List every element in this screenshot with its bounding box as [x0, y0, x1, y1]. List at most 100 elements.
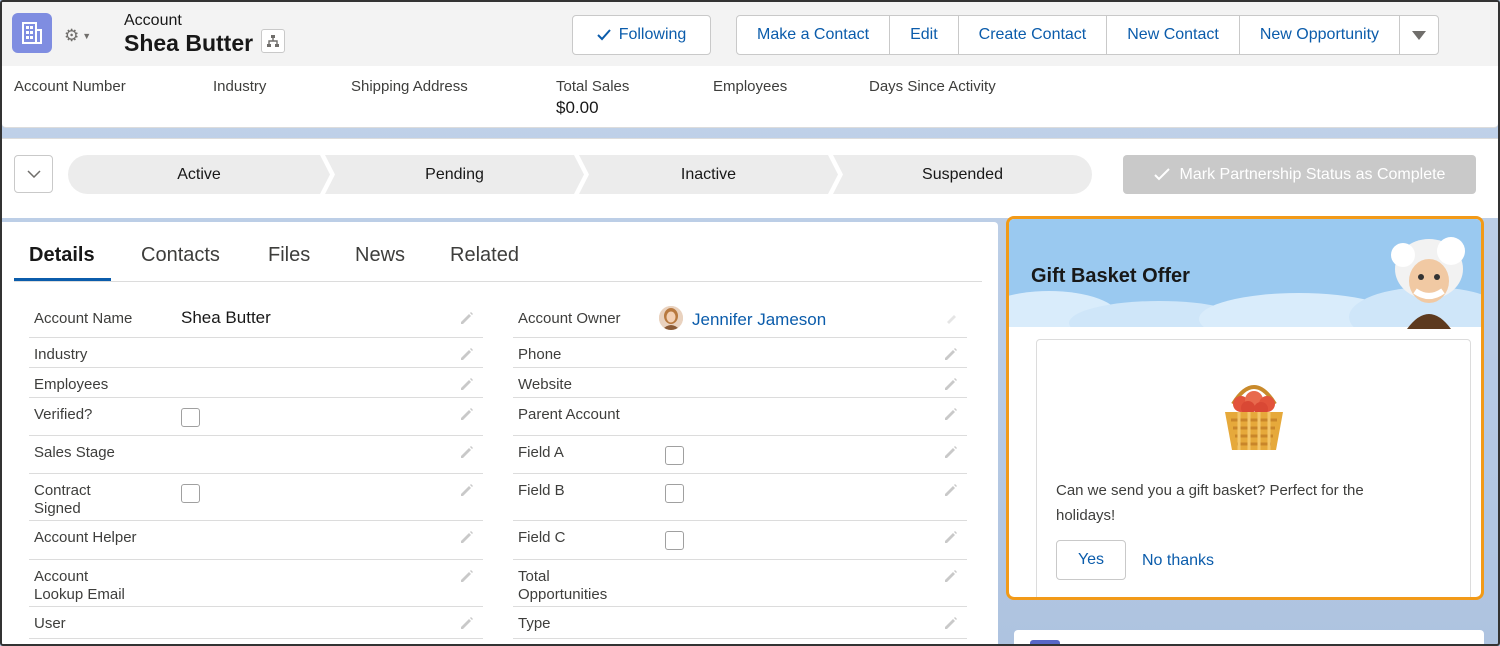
gift-offer-message: Can we send you a gift basket? Perfect f…: [1056, 482, 1364, 524]
gear-icon: ⚙: [64, 26, 80, 45]
mark-complete-label: Mark Partnership Status as Complete: [1179, 165, 1446, 183]
tab-files[interactable]: Files: [268, 244, 310, 267]
field-checkbox: [665, 446, 684, 465]
edit-pencil-icon[interactable]: [459, 529, 475, 545]
field-label: Industry: [34, 346, 88, 363]
highlight-industry: Industry: [213, 78, 267, 95]
right-field-row: Field C: [513, 521, 967, 560]
tab-related[interactable]: Related: [450, 244, 519, 267]
field-label: Account Helper: [34, 529, 137, 546]
right-field-row: Account Owner Jennifer Jameson: [513, 302, 967, 338]
record-tabs: Details Contacts Files News Related: [14, 242, 982, 282]
highlight-shipping-address: Shipping Address: [351, 78, 468, 95]
next-sidebar-card: [1014, 630, 1484, 644]
gift-card-title: Gift Basket Offer: [1031, 265, 1190, 287]
record-header: ⚙ ▼ Account Shea Butter Following Make a…: [2, 2, 1498, 128]
field-label: Account Owner: [518, 310, 621, 327]
gift-no-thanks-link[interactable]: No thanks: [1142, 552, 1214, 570]
gift-basket-card: Gift Basket Offer Can we send you a gift…: [1006, 216, 1484, 600]
edit-pencil-icon[interactable]: [459, 346, 475, 362]
field-label: Account Lookup Email: [34, 568, 125, 603]
field-label: Total Opportunities: [518, 568, 608, 603]
field-label: Sales Stage: [34, 444, 115, 461]
edit-pencil-icon[interactable]: [459, 615, 475, 631]
change-owner-icon[interactable]: [943, 310, 959, 326]
gift-banner: Gift Basket Offer: [1009, 219, 1481, 329]
edit-pencil-icon[interactable]: [459, 444, 475, 460]
left-field-row: Contract Signed: [29, 474, 483, 521]
hierarchy-button[interactable]: [261, 29, 285, 53]
account-owner-link[interactable]: Jennifer Jameson: [692, 310, 826, 330]
path-stages: Active Pending Inactive Suspended: [68, 155, 1092, 194]
edit-pencil-icon[interactable]: [459, 406, 475, 422]
new-contact-button[interactable]: New Contact: [1107, 16, 1240, 54]
action-button-group: Make a Contact Edit Create Contact New C…: [736, 15, 1440, 55]
path-expand-toggle[interactable]: [14, 155, 53, 193]
edit-button[interactable]: Edit: [890, 16, 959, 54]
tab-details[interactable]: Details: [29, 244, 95, 267]
edit-pencil-icon[interactable]: [943, 406, 959, 422]
gift-offer-panel: Can we send you a gift basket? Perfect f…: [1036, 339, 1471, 597]
field-label: Contract Signed: [34, 482, 91, 517]
setup-gear-menu[interactable]: ⚙ ▼: [64, 26, 91, 46]
highlight-employees: Employees: [713, 78, 788, 95]
edit-pencil-icon[interactable]: [943, 376, 959, 392]
highlight-days-since-activity: Days Since Activity: [869, 78, 996, 95]
field-label: Parent Account: [518, 406, 620, 423]
chevron-down-icon: [26, 170, 41, 178]
object-label: Account: [124, 12, 182, 29]
field-checkbox: [665, 484, 684, 503]
left-field-row: User: [29, 607, 483, 639]
left-field-row: Industry: [29, 338, 483, 368]
field-label: Field B: [518, 482, 565, 499]
edit-pencil-icon[interactable]: [943, 568, 959, 584]
edit-pencil-icon[interactable]: [943, 615, 959, 631]
left-field-row: Account Name Shea Butter: [29, 302, 483, 338]
edit-pencil-icon[interactable]: [459, 310, 475, 326]
edit-pencil-icon[interactable]: [943, 482, 959, 498]
status-path: Active Pending Inactive Suspended Mark P…: [2, 138, 1498, 218]
edit-pencil-icon[interactable]: [459, 482, 475, 498]
field-checkbox: [181, 408, 200, 427]
edit-pencil-icon[interactable]: [943, 346, 959, 362]
edit-pencil-icon[interactable]: [943, 444, 959, 460]
make-a-contact-button[interactable]: Make a Contact: [737, 16, 891, 54]
left-field-row: Account Lookup Email: [29, 560, 483, 607]
field-label: User: [34, 615, 66, 632]
new-opportunity-button[interactable]: New Opportunity: [1240, 16, 1401, 54]
field-label: Employees: [34, 376, 109, 393]
field-checkbox: [181, 484, 200, 503]
edit-pencil-icon[interactable]: [459, 376, 475, 392]
right-field-row: Total Opportunities: [513, 560, 967, 607]
path-stage-inactive[interactable]: Inactive: [579, 155, 838, 194]
path-stage-pending[interactable]: Pending: [325, 155, 584, 194]
field-checkbox: [665, 531, 684, 550]
path-stage-active[interactable]: Active: [68, 155, 330, 194]
field-value: Shea Butter: [181, 308, 271, 327]
tab-contacts[interactable]: Contacts: [141, 244, 220, 267]
gift-yes-button[interactable]: Yes: [1056, 540, 1126, 580]
create-contact-button[interactable]: Create Contact: [959, 16, 1108, 54]
edit-pencil-icon[interactable]: [943, 529, 959, 545]
following-label: Following: [618, 26, 687, 43]
edit-pencil-icon[interactable]: [459, 568, 475, 584]
field-label: Field C: [518, 529, 566, 546]
field-label: Account Name: [34, 310, 133, 327]
highlight-total-sales: Total Sales $0.00: [556, 78, 630, 117]
einstein-mascot-icon: [1391, 237, 1465, 329]
active-tab-indicator: [14, 278, 111, 281]
owner-avatar: [659, 306, 683, 330]
following-button[interactable]: Following: [572, 15, 711, 55]
mark-status-complete-button[interactable]: Mark Partnership Status as Complete: [1123, 155, 1476, 194]
field-label: Type: [518, 615, 551, 632]
right-field-row: Phone: [513, 338, 967, 368]
right-field-row: Type: [513, 607, 967, 639]
card-header-icon: [1030, 640, 1060, 644]
field-label: Website: [518, 376, 572, 393]
path-stage-suspended[interactable]: Suspended: [833, 155, 1092, 194]
more-actions-button[interactable]: [1400, 16, 1438, 54]
right-field-row: Field B: [513, 474, 967, 521]
tab-news[interactable]: News: [355, 244, 405, 267]
account-icon: [12, 13, 52, 53]
right-field-row: Field A: [513, 436, 967, 474]
